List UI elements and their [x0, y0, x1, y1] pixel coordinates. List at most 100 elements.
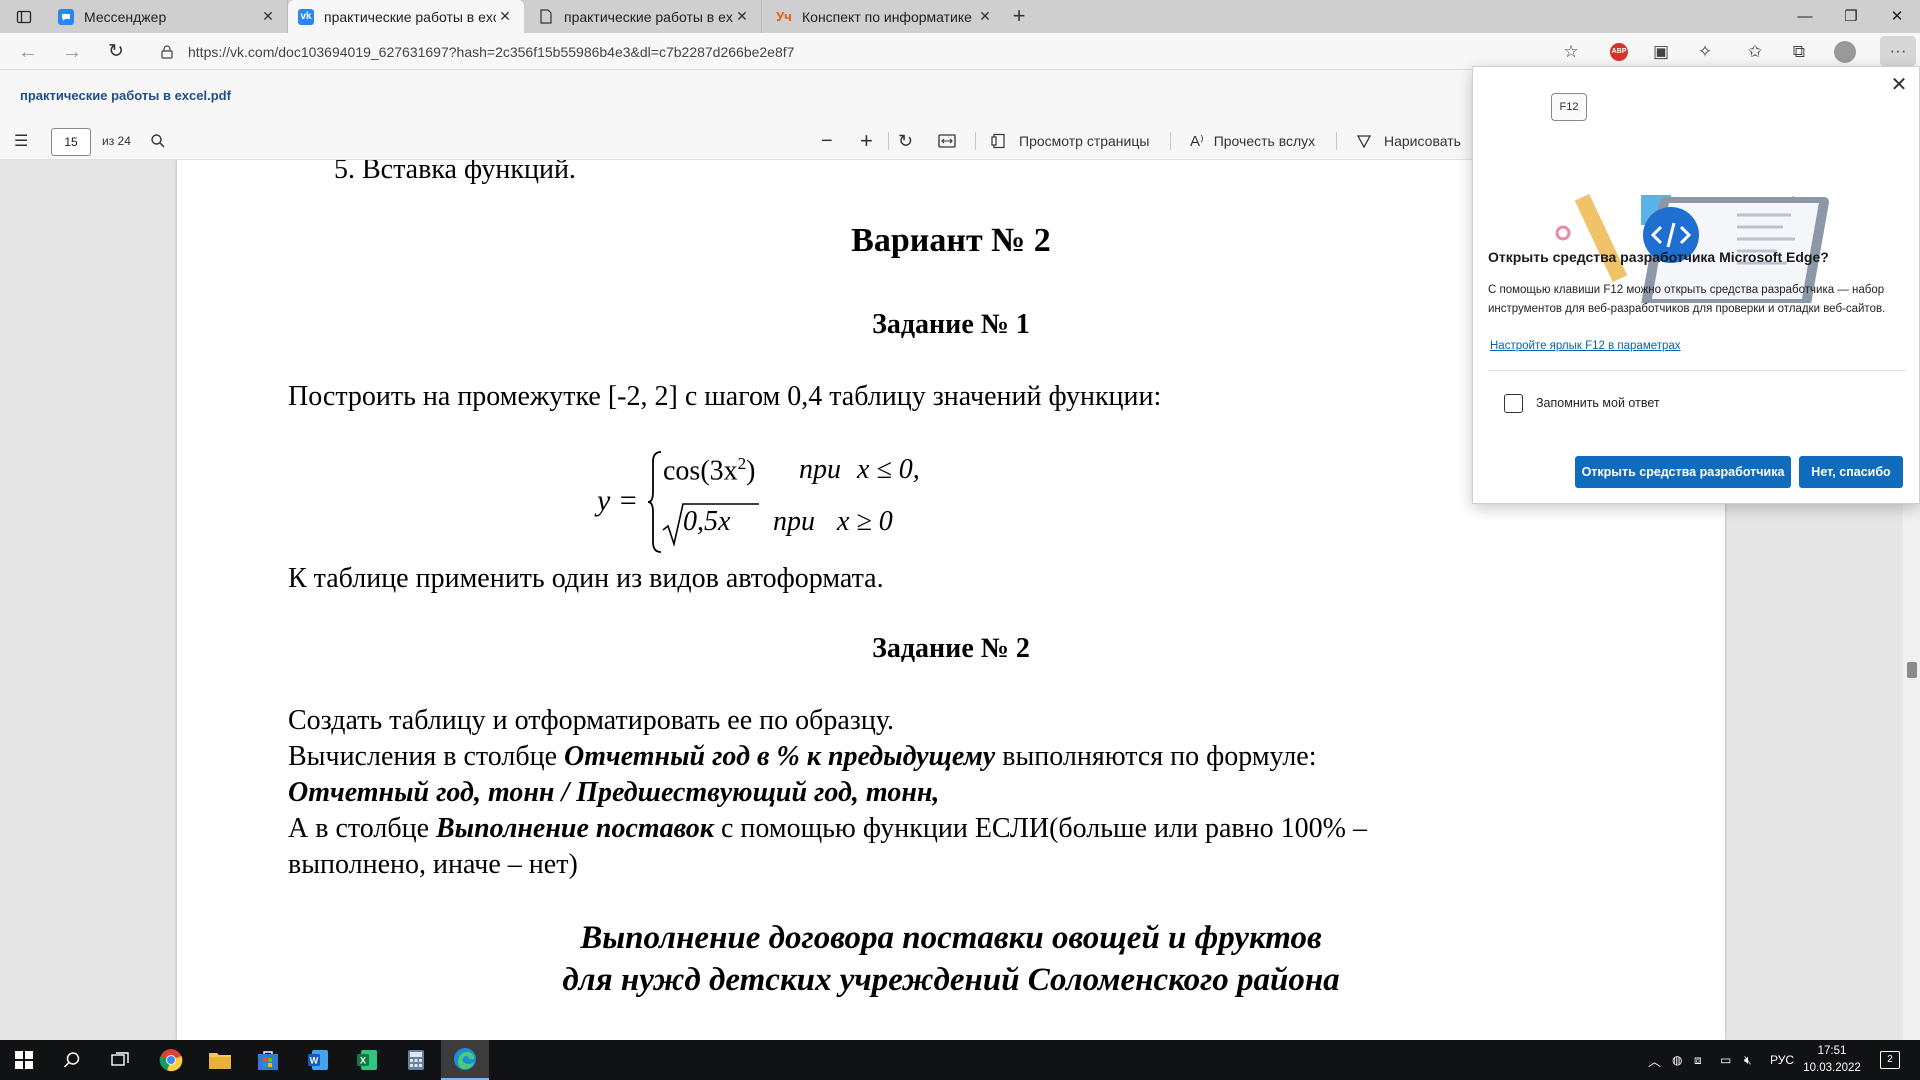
tab-vk-pdf[interactable]: vk практические работы в excel.p ✕ [288, 0, 524, 33]
adblock-icon[interactable]: ABP [1606, 39, 1632, 65]
toolbar-divider [1336, 132, 1337, 150]
case1-condition: x ≤ 0, [857, 454, 920, 485]
case2-pri: при [773, 506, 815, 537]
rotate-icon[interactable]: ↻ [898, 122, 913, 160]
tab-doc[interactable]: практические работы в excel.d ✕ [528, 0, 762, 33]
chrome-icon[interactable] [147, 1040, 195, 1080]
profile-avatar[interactable] [1832, 39, 1858, 65]
network-tray-icon[interactable]: ⧈ [1694, 1040, 1702, 1080]
page-view-icon [991, 133, 1005, 149]
scroll-thumb[interactable] [1907, 662, 1917, 678]
more-menu-icon[interactable]: ··· [1880, 36, 1916, 66]
task1-autoformat: К таблице применить один из видов автофо… [288, 563, 884, 594]
toolbar-divider [975, 132, 976, 150]
dialog-heading: Открыть средства разработчика Microsoft … [1488, 249, 1829, 265]
devtools-dialog: ✕ F12 Открыть средства разработчика Micr… [1472, 66, 1920, 504]
show-hidden-icons[interactable]: ︿ [1648, 1040, 1661, 1080]
new-tab-button[interactable]: + [1006, 4, 1032, 30]
case1-expression: cos(3x2) [663, 454, 756, 487]
task2-heading: Задание № 2 [872, 633, 1030, 664]
f12-settings-link[interactable]: Настройте ярлык F12 в параметрах [1490, 340, 1681, 352]
edge-icon[interactable] [441, 1040, 489, 1080]
minimize-button[interactable]: — [1782, 0, 1828, 33]
notifications-icon[interactable]: 2 [1880, 1040, 1900, 1080]
volume-icon[interactable]: 🔇︎ [1744, 1040, 1752, 1080]
vk-icon: vk [298, 8, 314, 25]
task2-line2: Вычисления в столбце Отчетный год в % к … [288, 741, 1317, 772]
dialog-description: С помощью клавиши F12 можно открыть сред… [1488, 284, 1886, 315]
search-icon[interactable] [150, 122, 166, 160]
table-title-line2: для нужд детских учреждений Соломенского… [562, 962, 1340, 998]
no-thanks-button[interactable]: Нет, спасибо [1799, 456, 1903, 488]
list-item: 5. Вставка функций. [334, 160, 576, 185]
url-field[interactable]: https://vk.com/doc103694019_627631697?ha… [150, 37, 1580, 66]
collections-icon[interactable]: ⧉ [1786, 39, 1812, 65]
tab-messenger[interactable]: Мессенджер ✕ [48, 0, 288, 33]
tab-strip: Мессенджер ✕ vk практические работы в ex… [0, 0, 1920, 33]
table-title-line1: Выполнение договора поставки овощей и фр… [580, 920, 1322, 956]
collections-extension-icon[interactable]: ▣ [1648, 39, 1674, 65]
excel-icon[interactable]: X [343, 1040, 391, 1080]
clock[interactable]: 17:51 10.03.2022 [1802, 1043, 1862, 1077]
close-icon[interactable]: ✕ [976, 8, 994, 25]
close-icon[interactable]: ✕ [259, 8, 277, 25]
open-devtools-button[interactable]: Открыть средства разработчика [1575, 456, 1791, 488]
extensions-icon[interactable]: ✧ [1692, 39, 1718, 65]
devtools-illustration [1555, 193, 1829, 303]
meet-now-icon[interactable]: ◍ [1672, 1040, 1682, 1080]
favorites-icon[interactable]: ✩ [1742, 39, 1768, 65]
add-favorite-icon[interactable]: ☆ [1558, 39, 1584, 65]
url-text: https://vk.com/doc103694019_627631697?ha… [188, 43, 795, 60]
tab-label: практические работы в excel.d [564, 8, 733, 25]
task2-line4: А в столбце Выполнение поставок с помощь… [288, 813, 1367, 844]
search-icon[interactable] [48, 1040, 96, 1080]
store-icon[interactable] [244, 1040, 292, 1080]
remember-checkbox[interactable] [1504, 394, 1523, 413]
draw-label: Нарисовать [1384, 133, 1461, 149]
zoom-out-icon[interactable]: − [821, 122, 833, 160]
document-icon [538, 9, 554, 25]
page-total: из 24 [102, 134, 131, 148]
file-explorer-icon[interactable] [196, 1040, 244, 1080]
language-indicator[interactable]: РУС [1770, 1040, 1794, 1080]
address-bar: ← → ↻ https://vk.com/doc103694019_627631… [0, 33, 1920, 70]
clock-time: 17:51 [1817, 1045, 1847, 1057]
page-view-button[interactable]: Просмотр страницы [991, 122, 1149, 160]
word-icon[interactable]: W [294, 1040, 342, 1080]
case2-condition: x ≥ 0 [837, 506, 893, 537]
start-button[interactable] [0, 1040, 48, 1080]
case2-expression: 0,5x [683, 506, 731, 537]
adblock-label: ABP [1610, 43, 1628, 61]
read-aloud-label: Прочесть вслух [1213, 133, 1316, 149]
draw-icon [1356, 135, 1372, 149]
tab-label: практические работы в excel.p [324, 8, 496, 25]
toolbar-divider [888, 132, 889, 150]
close-icon[interactable]: ✕ [496, 8, 514, 25]
tab-label: Мессенджер [84, 8, 167, 25]
task-view-icon[interactable] [96, 1040, 144, 1080]
close-icon[interactable]: ✕ [733, 8, 751, 25]
back-button[interactable]: ← [14, 38, 42, 66]
tab-infourok[interactable]: Уч Конспект по информатике "Пр ✕ [766, 0, 1004, 33]
close-icon[interactable]: ✕ [1887, 73, 1911, 97]
close-window-button[interactable]: ✕ [1874, 0, 1920, 33]
refresh-button[interactable]: ↻ [102, 38, 130, 66]
piecewise-formula: y = cos(3x2) при x ≤ 0, 0,5x при x ≥ 0 [597, 450, 997, 560]
calculator-icon[interactable] [392, 1040, 440, 1080]
tab-actions-button[interactable] [0, 0, 48, 33]
windows-icon [15, 1051, 33, 1069]
taskbar: W X ︿ ◍ ⧈ ▭ 🔇︎ РУС 17:51 10.03.2022 2 [0, 1040, 1920, 1080]
zoom-in-icon[interactable]: + [860, 122, 873, 160]
draw-button[interactable]: Нарисовать [1356, 122, 1461, 160]
display-tray-icon[interactable]: ▭ [1720, 1040, 1731, 1080]
restore-button[interactable]: ❐ [1828, 0, 1874, 33]
pdf-title: практические работы в excel.pdf [20, 88, 231, 103]
contents-icon[interactable]: ☰ [14, 122, 28, 160]
infourok-icon: Уч [776, 9, 792, 24]
tab-actions-icon [16, 10, 32, 23]
f12-key-icon: F12 [1551, 93, 1587, 121]
fit-page-icon[interactable] [938, 122, 956, 160]
read-aloud-button[interactable]: A⁾ Прочесть вслух [1190, 122, 1315, 160]
forward-button[interactable]: → [58, 38, 86, 66]
page-number-input[interactable]: 15 [51, 128, 91, 156]
